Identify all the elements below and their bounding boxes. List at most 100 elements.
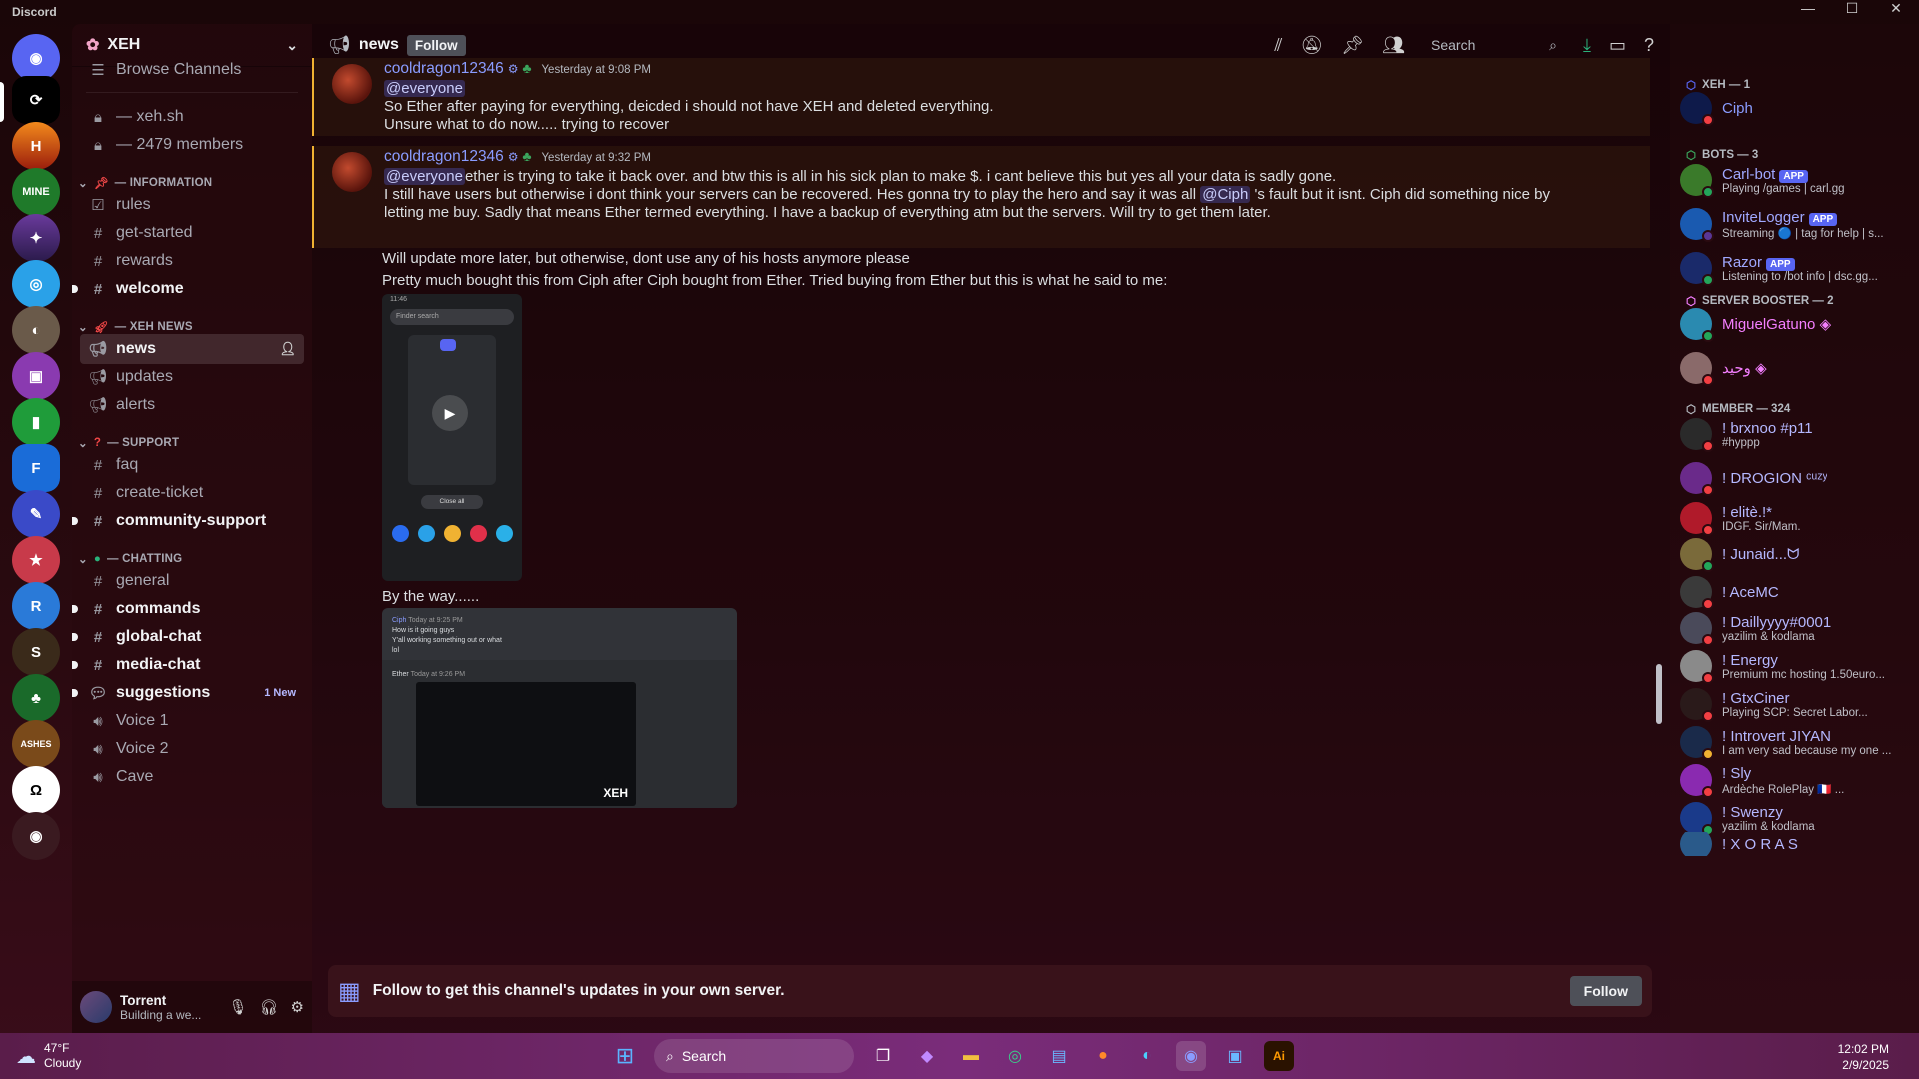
weather-widget[interactable]: ☁ 47°F Cloudy — [16, 1041, 81, 1071]
browse-channels[interactable]: ☰ Browse Channels — [80, 55, 304, 85]
headphones-icon[interactable]: 🎧︎ — [260, 998, 279, 1016]
server-icon[interactable]: ♣ — [12, 674, 60, 722]
server-icon[interactable]: Ω — [12, 766, 60, 814]
members-icon[interactable]: 👥︎ — [1382, 35, 1405, 56]
chevron-down-icon[interactable]: ⌄ — [286, 37, 298, 54]
chatgpt-icon[interactable]: ◎ — [1000, 1041, 1030, 1071]
channel-create-ticket[interactable]: # create-ticket — [80, 478, 304, 508]
channel-rewards[interactable]: # rewards — [80, 246, 304, 276]
locked-channel[interactable]: 🔒︎ — 2479 members — [80, 130, 304, 160]
member-item[interactable]: Carl-bot APP Playing /games | carl.gg — [1680, 160, 1912, 200]
member-item[interactable]: InviteLogger APP Streaming 🔵 | tag for hel… — [1680, 204, 1912, 244]
app-icon[interactable]: ◐ — [1132, 1041, 1162, 1071]
server-icon[interactable]: R — [12, 582, 60, 630]
message-author[interactable]: cooldragon12346 — [384, 60, 504, 77]
category-xeh-news[interactable]: ⌄ 🚀︎ — XEH NEWS — [78, 320, 193, 334]
channel-get-started[interactable]: # get-started — [80, 218, 304, 248]
server-icon[interactable]: ★ — [12, 536, 60, 584]
locked-channel[interactable]: 🔒︎ — xeh.sh — [80, 102, 304, 132]
help-icon[interactable]: ? — [1644, 35, 1654, 56]
copilot-icon[interactable]: ◆ — [912, 1041, 942, 1071]
mute-icon[interactable]: 🔕︎ — [1300, 35, 1323, 56]
member-item[interactable]: Ciph — [1680, 88, 1912, 128]
member-item[interactable]: ! Sly Ardèche RolePlay 🇫🇷 ... — [1680, 760, 1912, 800]
pin-icon[interactable]: 📌︎ — [1341, 35, 1364, 56]
scrollbar[interactable] — [1656, 664, 1662, 724]
channel-suggestions[interactable]: 💬︎ suggestions 1 New — [72, 678, 304, 708]
channel-community-support[interactable]: # community-support — [72, 506, 304, 536]
avatar[interactable] — [332, 64, 372, 104]
channel-cave[interactable]: 🔊︎ Cave — [80, 762, 304, 792]
threads-icon[interactable]: ⫽ — [1274, 35, 1282, 56]
member-item[interactable]: ! Introvert JIYAN I am very sad because m… — [1680, 722, 1912, 762]
member-item[interactable]: ! Junaid...ᗢ — [1680, 534, 1912, 574]
mention[interactable]: @Ciph — [1200, 186, 1251, 203]
member-item[interactable]: ! Energy Premium mc hosting 1.50euro... — [1680, 646, 1912, 686]
download-icon[interactable]: ⤓ — [1583, 35, 1591, 56]
server-icon[interactable]: ✦ — [12, 214, 60, 262]
message[interactable]: cooldragon12346 ⚙ ♣ Yesterday at 9:08 PM… — [312, 58, 1650, 136]
member-item[interactable]: وحيد ◈ — [1680, 348, 1912, 388]
notepad-icon[interactable]: ▤ — [1044, 1041, 1074, 1071]
add-member-icon[interactable]: 👤︎ — [279, 341, 296, 357]
server-icon[interactable]: S — [12, 628, 60, 676]
category-support[interactable]: ⌄? — SUPPORT — [78, 436, 179, 450]
server-icon[interactable]: ▮ — [12, 398, 60, 446]
message-author[interactable]: cooldragon12346 — [384, 148, 504, 165]
channel-voice-1[interactable]: 🔊︎ Voice 1 — [80, 706, 304, 736]
maximize-icon[interactable]: ☐ — [1839, 0, 1865, 17]
member-item[interactable]: ! Daillyyyy#0001 yazilim & kodlama — [1680, 608, 1912, 648]
play-icon[interactable]: ▶ — [432, 395, 468, 431]
mention[interactable]: @everyone — [384, 80, 465, 97]
member-item[interactable]: ! AceMC — [1680, 572, 1912, 612]
channel-alerts[interactable]: 📢︎ alerts — [80, 390, 304, 420]
gear-icon[interactable]: ⚙ — [291, 998, 304, 1016]
server-icon[interactable]: ◎ — [12, 260, 60, 308]
mention[interactable]: @everyone — [384, 168, 465, 185]
windows-start-icon[interactable]: ⊞ — [610, 1041, 640, 1071]
minimize-icon[interactable]: — — [1795, 0, 1821, 17]
member-item[interactable]: ! brxnoo #p11 #hyppp — [1680, 414, 1912, 454]
home-button[interactable]: ◉ — [12, 34, 60, 82]
channel-media-chat[interactable]: # media-chat — [72, 650, 304, 680]
channel-general[interactable]: # general — [80, 566, 304, 596]
follow-button-header[interactable]: Follow — [406, 34, 466, 56]
category-chatting[interactable]: ⌄ ● — CHATTING — [78, 552, 182, 566]
server-icon[interactable]: F — [12, 444, 60, 492]
taskbar-search[interactable]: ⌕ Search — [654, 1039, 854, 1073]
task-view-icon[interactable]: ❐ — [868, 1041, 898, 1071]
discover-icon[interactable]: ◉ — [12, 812, 60, 860]
server-icon[interactable]: ▣ — [12, 352, 60, 400]
server-icon[interactable]: MINE — [12, 168, 60, 216]
illustrator-icon[interactable]: Ai — [1264, 1041, 1294, 1071]
server-xeh[interactable]: ⟳ — [12, 76, 60, 124]
avatar[interactable] — [80, 991, 112, 1023]
message[interactable]: cooldragon12346 ⚙ ♣ Yesterday at 9:32 PM… — [312, 146, 1650, 248]
channel-rules[interactable]: ☑ rules — [80, 190, 304, 220]
file-explorer-icon[interactable]: ▬ — [956, 1041, 986, 1071]
channel-global-chat[interactable]: # global-chat — [72, 622, 304, 652]
member-item[interactable]: ! GtxCiner Playing SCP: Secret Labor... — [1680, 684, 1912, 724]
clock[interactable]: 12:02 PM 2/9/2025 — [1838, 1041, 1889, 1073]
search-input[interactable]: Search ⌕ — [1423, 32, 1565, 58]
member-item[interactable]: MiguelGatuno ◈ — [1680, 304, 1912, 344]
member-item[interactable]: ! X O R A S — [1680, 832, 1912, 856]
avatar[interactable] — [332, 152, 372, 192]
channel-welcome[interactable]: # welcome — [72, 274, 304, 304]
discord-icon[interactable]: ◉ — [1176, 1041, 1206, 1071]
channel-commands[interactable]: # commands — [72, 594, 304, 624]
channel-news[interactable]: 📢︎ news 👤︎ — [80, 334, 304, 364]
channel-voice-2[interactable]: 🔊︎ Voice 2 — [80, 734, 304, 764]
category-information[interactable]: ⌄ 📌︎ — INFORMATION — [78, 176, 212, 190]
server-icon[interactable]: ASHES — [12, 720, 60, 768]
member-item[interactable]: ! elitè.!* IDGF. Sir/Mam. — [1680, 498, 1912, 538]
server-icon[interactable]: ✎ — [12, 490, 60, 538]
member-item[interactable]: ! DROGION ᶜᵘᶻʸ — [1680, 458, 1912, 498]
follow-button[interactable]: Follow — [1569, 976, 1642, 1006]
channel-faq[interactable]: # faq — [80, 450, 304, 480]
close-icon[interactable]: ✕ — [1883, 0, 1909, 17]
image-attachment[interactable]: Ciph Today at 9:25 PM How is it going gu… — [382, 608, 737, 808]
microphone-icon[interactable]: 🎙︎ — [228, 998, 247, 1016]
image-attachment[interactable]: 11:46 Finder search ▶ Close all — [382, 294, 522, 581]
inbox-icon[interactable]: ▭ — [1609, 35, 1626, 56]
